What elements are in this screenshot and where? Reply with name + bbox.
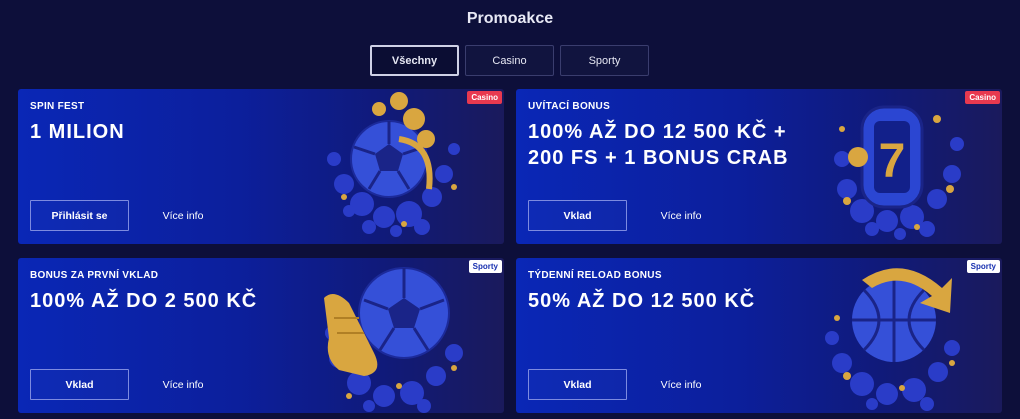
promo-card-first-deposit[interactable]: Sporty BONUS ZA PRVNÍ VKLAD 100% AŽ DO 2… — [18, 258, 504, 413]
deposit-button[interactable]: Vklad — [528, 200, 627, 231]
more-info-link[interactable]: Více info — [641, 369, 721, 400]
promo-card-spin-fest[interactable]: Casino SPIN FEST 1 MILION Přihlásit se V… — [18, 89, 504, 244]
tab-casino[interactable]: Casino — [465, 45, 554, 76]
slot-reel-seven-icon: 7 — [834, 105, 964, 240]
login-button[interactable]: Přihlásit se — [30, 200, 129, 231]
more-info-link[interactable]: Více info — [641, 200, 721, 231]
soccer-ball-coins-icon — [327, 92, 460, 237]
promo-headline: 1 MILION — [30, 121, 125, 143]
filter-tabs: Všechny Casino Sporty — [370, 45, 649, 76]
promo-eyebrow: UVÍTACÍ BONUS — [528, 101, 611, 112]
promo-eyebrow: TÝDENNÍ RELOAD BONUS — [528, 270, 662, 281]
promo-eyebrow: BONUS ZA PRVNÍ VKLAD — [30, 270, 159, 281]
basketball-arrow-icon — [825, 268, 960, 411]
svg-text:7: 7 — [879, 135, 906, 188]
more-info-link[interactable]: Více info — [143, 200, 223, 231]
more-info-link[interactable]: Více info — [143, 369, 223, 400]
promo-headline: 50% AŽ DO 12 500 KČ — [528, 290, 756, 312]
promo-card-weekly-reload[interactable]: Sporty TÝDENNÍ RELOAD BONUS 50% AŽ DO 12… — [516, 258, 1002, 413]
promo-card-welcome-bonus[interactable]: Casino UVÍTACÍ BONUS 100% AŽ DO 12 500 K… — [516, 89, 1002, 244]
promo-eyebrow: SPIN FEST — [30, 101, 85, 112]
promo-headline: 100% AŽ DO 2 500 KČ — [30, 290, 258, 312]
deposit-button[interactable]: Vklad — [30, 369, 129, 400]
tab-sports[interactable]: Sporty — [560, 45, 649, 76]
soccer-ball-boot-icon — [324, 267, 463, 413]
promo-headline: 100% AŽ DO 12 500 KČ + 200 FS + 1 BONUS … — [528, 121, 789, 169]
promotions-page: Promoakce Všechny Casino Sporty Casino S… — [0, 0, 1020, 419]
deposit-button[interactable]: Vklad — [528, 369, 627, 400]
tab-all[interactable]: Všechny — [370, 45, 459, 76]
page-title: Promoakce — [466, 10, 554, 27]
